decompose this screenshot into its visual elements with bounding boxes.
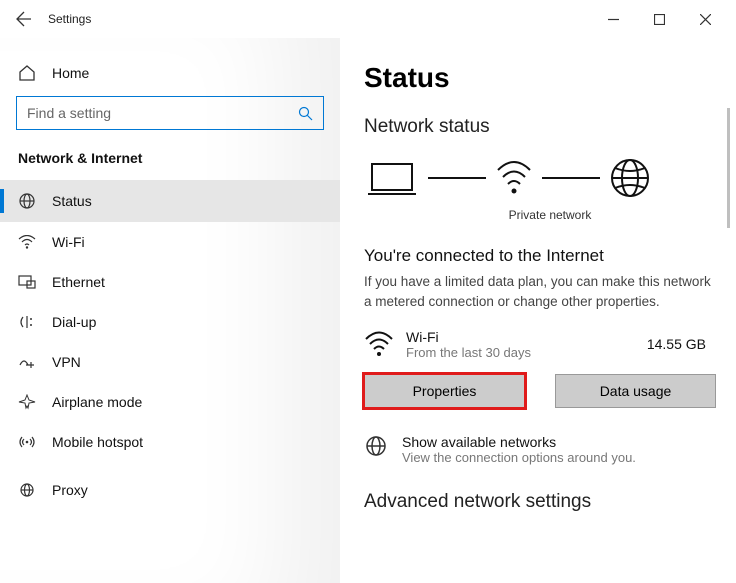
globe-icon	[364, 434, 388, 458]
dialup-icon	[18, 315, 36, 329]
arrow-left-icon	[16, 11, 32, 27]
status-icon	[18, 192, 36, 210]
diagram-caption: Private network	[430, 208, 670, 222]
back-button[interactable]	[8, 3, 40, 35]
sidebar-item-label: Status	[52, 193, 92, 209]
maximize-icon	[654, 14, 665, 25]
connection-line	[542, 177, 600, 179]
ethernet-icon	[18, 275, 36, 289]
search-input[interactable]	[27, 105, 298, 121]
wifi-icon	[18, 235, 36, 249]
advanced-heading: Advanced network settings	[364, 491, 736, 513]
sidebar-item-label: Mobile hotspot	[52, 434, 143, 450]
search-box[interactable]	[16, 96, 324, 130]
main-panel: Status Network status Private network Yo…	[340, 38, 736, 583]
page-title: Status	[364, 62, 736, 94]
window-controls	[590, 3, 728, 35]
sidebar-item-label: VPN	[52, 354, 81, 370]
button-row: Properties Data usage	[364, 374, 736, 408]
close-icon	[700, 14, 711, 25]
sidebar: Home Network & Internet Status Wi-Fi Eth…	[0, 38, 340, 583]
globe-icon	[608, 156, 652, 200]
window-title: Settings	[48, 12, 91, 26]
sidebar-item-dialup[interactable]: Dial-up	[0, 302, 340, 342]
wifi-signal-icon	[494, 158, 534, 198]
computer-icon	[364, 158, 420, 198]
connected-heading: You're connected to the Internet	[364, 246, 736, 266]
sidebar-item-label: Dial-up	[52, 314, 96, 330]
sidebar-item-airplane[interactable]: Airplane mode	[0, 382, 340, 422]
data-usage-button[interactable]: Data usage	[555, 374, 716, 408]
sidebar-item-ethernet[interactable]: Ethernet	[0, 262, 340, 302]
sidebar-home[interactable]: Home	[0, 54, 340, 96]
sidebar-item-label: Proxy	[52, 482, 88, 498]
sidebar-item-status[interactable]: Status	[0, 180, 340, 222]
show-networks-title: Show available networks	[402, 434, 636, 450]
search-icon	[298, 106, 313, 121]
home-icon	[18, 64, 36, 82]
proxy-icon	[18, 482, 36, 498]
connection-usage: 14.55 GB	[647, 336, 706, 352]
maximize-button[interactable]	[636, 3, 682, 35]
section-title: Network status	[364, 116, 736, 138]
sidebar-item-label: Wi-Fi	[52, 234, 85, 250]
show-available-networks[interactable]: Show available networks View the connect…	[364, 434, 736, 465]
vpn-icon	[18, 355, 36, 369]
minimize-icon	[608, 14, 619, 25]
show-networks-sub: View the connection options around you.	[402, 450, 636, 465]
connection-name: Wi-Fi	[406, 329, 531, 345]
properties-button[interactable]: Properties	[364, 374, 525, 408]
close-button[interactable]	[682, 3, 728, 35]
sidebar-category: Network & Internet	[0, 150, 340, 180]
window-titlebar: Settings	[0, 0, 736, 38]
sidebar-item-label: Ethernet	[52, 274, 105, 290]
airplane-icon	[18, 394, 36, 410]
connection-period: From the last 30 days	[406, 345, 531, 360]
connection-row: Wi-Fi From the last 30 days 14.55 GB	[364, 329, 736, 360]
wifi-icon	[364, 331, 394, 357]
scrollbar[interactable]	[727, 108, 730, 228]
connection-line	[428, 177, 486, 179]
sidebar-item-wifi[interactable]: Wi-Fi	[0, 222, 340, 262]
minimize-button[interactable]	[590, 3, 636, 35]
hotspot-icon	[18, 434, 36, 450]
network-diagram	[364, 156, 736, 200]
sidebar-item-label: Airplane mode	[52, 394, 142, 410]
connected-text: If you have a limited data plan, you can…	[364, 272, 736, 313]
sidebar-item-proxy[interactable]: Proxy	[0, 470, 340, 510]
sidebar-item-vpn[interactable]: VPN	[0, 342, 340, 382]
sidebar-item-hotspot[interactable]: Mobile hotspot	[0, 422, 340, 462]
home-label: Home	[52, 65, 89, 81]
